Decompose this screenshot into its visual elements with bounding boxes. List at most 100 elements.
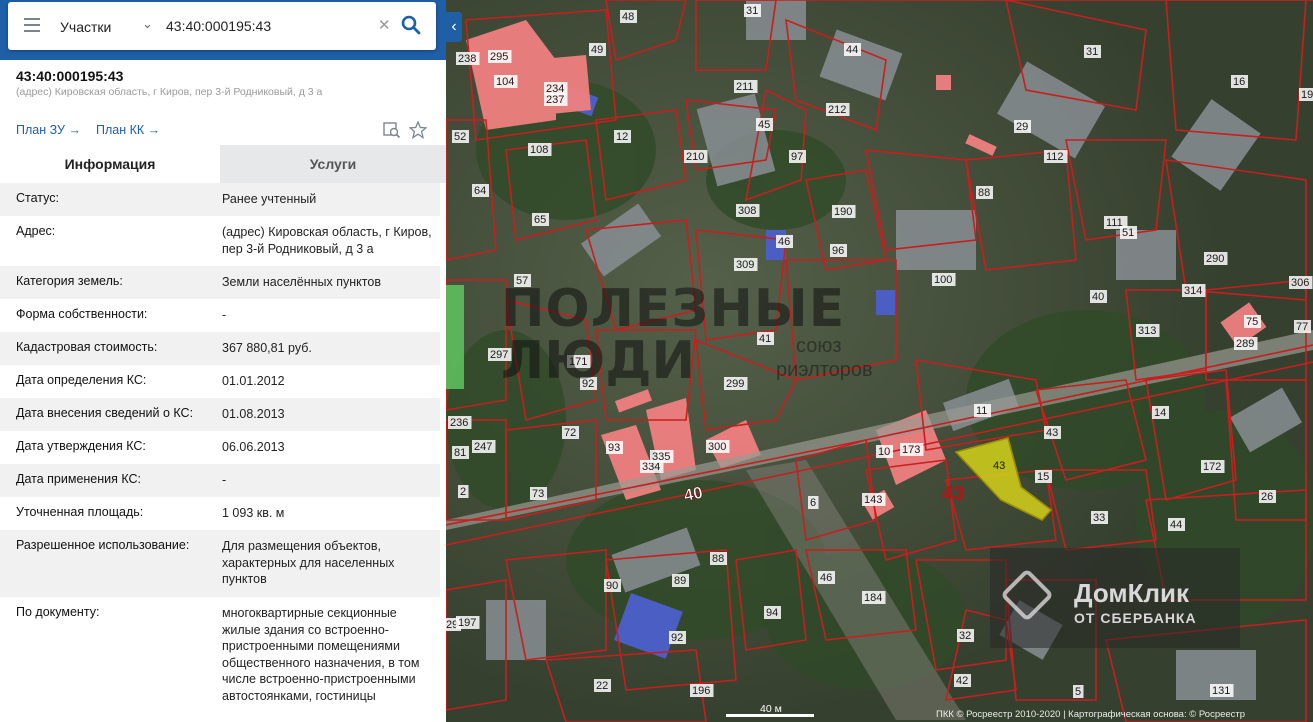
parcel-label[interactable]: 196	[692, 685, 710, 697]
parcel-label[interactable]: 73	[532, 488, 544, 500]
star-icon[interactable]	[409, 121, 427, 139]
parcel-label[interactable]: 2	[460, 486, 466, 498]
parcel-label[interactable]: 96	[832, 245, 844, 257]
parcel-label[interactable]: 290	[1206, 253, 1224, 265]
info-row-value: 01.08.2013	[222, 407, 285, 421]
parcel-label[interactable]: 64	[474, 185, 486, 197]
parcel-label[interactable]: 14	[1154, 407, 1166, 419]
parcel-label[interactable]: 92	[582, 378, 594, 390]
parcel-label[interactable]: 32	[959, 630, 971, 642]
parcel-label[interactable]: 43	[1046, 427, 1058, 439]
parcel-label[interactable]: 143	[864, 494, 882, 506]
parcel-label[interactable]: 31	[746, 5, 758, 17]
parcel-label[interactable]: 191	[1301, 89, 1313, 101]
parcel-label[interactable]: 11	[976, 405, 987, 417]
parcel-label[interactable]: 89	[674, 575, 686, 587]
map-view[interactable]: 2952381042342374849314431161911221121229…	[446, 0, 1313, 722]
parcel-label[interactable]: 75	[1246, 316, 1258, 328]
parcel-label[interactable]: 289	[1236, 338, 1254, 350]
parcel-label[interactable]: 6	[810, 497, 816, 509]
parcel-label[interactable]: 297	[490, 349, 508, 361]
parcel-label[interactable]: 45	[758, 119, 770, 131]
parcel-label[interactable]: 212	[828, 104, 846, 116]
parcel-label[interactable]: 314	[1184, 285, 1202, 297]
parcel-label[interactable]: 295	[490, 51, 508, 63]
parcel-label[interactable]: 93	[608, 442, 620, 454]
search-input[interactable]	[166, 14, 366, 38]
parcel-label[interactable]: 44	[1170, 519, 1182, 531]
collapse-sidebar-button[interactable]: ‹	[446, 12, 462, 42]
parcel-label[interactable]: 51	[1122, 227, 1134, 239]
parcel-label[interactable]: 172	[1203, 461, 1221, 473]
parcel-label[interactable]: 10	[878, 446, 890, 458]
parcel-label[interactable]: 57	[516, 275, 528, 287]
parcel-label[interactable]: 5	[1075, 686, 1081, 698]
parcel-label[interactable]: 94	[766, 607, 778, 619]
info-row-label: Разрешенное использование:	[16, 538, 190, 552]
parcel-label[interactable]: 12	[616, 131, 628, 143]
parcel-label[interactable]: 15	[1037, 471, 1049, 483]
parcel-label[interactable]: 46	[778, 236, 790, 248]
parcel-label[interactable]: 72	[564, 427, 576, 439]
parcel-label[interactable]: 81	[454, 447, 466, 459]
parcel-label[interactable]: 41	[759, 333, 771, 345]
parcel-label[interactable]: 299	[726, 378, 744, 390]
parcel-label[interactable]: 112	[1046, 151, 1064, 163]
parcel-label[interactable]: 49	[591, 44, 603, 56]
plan-kk-link[interactable]: План КК →	[96, 123, 160, 137]
tab-services[interactable]: Услуги	[220, 145, 446, 183]
parcel-label[interactable]: 16	[1233, 76, 1245, 88]
satellite-map[interactable]: 2952381042342374849314431161911221121229…	[446, 0, 1313, 722]
parcel-label[interactable]: 237	[546, 94, 564, 106]
parcel-label[interactable]: 104	[496, 76, 514, 88]
menu-icon[interactable]	[24, 18, 40, 32]
parcel-label[interactable]: 100	[934, 274, 952, 286]
parcel-label[interactable]: 247	[474, 441, 492, 453]
parcel-label[interactable]: 33	[1093, 512, 1105, 524]
parcel-label[interactable]: 300	[708, 441, 726, 453]
parcel-label[interactable]: 22	[596, 680, 608, 692]
info-row-label: Дата внесения сведений о КС:	[16, 406, 194, 420]
parcel-label[interactable]: 88	[712, 553, 724, 565]
parcel-label[interactable]: 210	[686, 151, 704, 163]
info-row-label: Дата утверждения КС:	[16, 439, 146, 453]
chevron-down-icon[interactable]: ⌄	[142, 16, 153, 32]
parcel-label[interactable]: 31	[1086, 46, 1098, 58]
parcel-label[interactable]: 97	[791, 151, 803, 163]
parcel-label[interactable]: 308	[738, 205, 756, 217]
close-icon[interactable]: ✕	[378, 16, 391, 34]
parcel-label[interactable]: 190	[834, 206, 852, 218]
info-row: Дата утверждения КС: 06.06.2013	[0, 431, 440, 464]
parcel-label[interactable]: 306	[1291, 277, 1309, 289]
parcel-label[interactable]: 184	[864, 592, 882, 604]
parcel-label[interactable]: 173	[902, 444, 920, 456]
parcel-label[interactable]: 77	[1296, 321, 1308, 333]
parcel-label[interactable]: 211	[736, 81, 754, 93]
search-type-select[interactable]: Участки	[60, 19, 111, 35]
parcel-label[interactable]: 238	[458, 53, 476, 65]
parcel-label[interactable]: 65	[534, 214, 546, 226]
plan-zu-link[interactable]: План ЗУ →	[16, 123, 81, 137]
tab-information[interactable]: Информация	[0, 145, 220, 183]
zoom-to-object-icon[interactable]	[383, 121, 401, 139]
parcel-label[interactable]: 42	[956, 675, 968, 687]
parcel-label[interactable]: 52	[454, 131, 466, 143]
search-icon[interactable]	[400, 14, 422, 36]
parcel-label[interactable]: 309	[736, 259, 754, 271]
parcel-label[interactable]: 313	[1138, 325, 1156, 337]
parcel-label[interactable]: 44	[846, 44, 858, 56]
parcel-label[interactable]: 48	[622, 11, 634, 23]
parcel-label[interactable]: 92	[671, 632, 683, 644]
parcel-label[interactable]: 335	[652, 451, 670, 463]
parcel-label[interactable]: 108	[530, 144, 548, 156]
parcel-label[interactable]: 29	[1016, 121, 1028, 133]
parcel-label[interactable]: 88	[978, 187, 990, 199]
parcel-label[interactable]: 171	[569, 356, 587, 368]
parcel-label[interactable]: 46	[820, 572, 832, 584]
parcel-label[interactable]: 26	[1261, 491, 1273, 503]
parcel-label[interactable]: 90	[606, 580, 618, 592]
parcel-label[interactable]: 236	[450, 417, 468, 429]
parcel-label[interactable]: 131	[1212, 685, 1230, 697]
parcel-label[interactable]: 40	[1092, 291, 1104, 303]
parcel-label[interactable]: 197	[458, 617, 476, 629]
